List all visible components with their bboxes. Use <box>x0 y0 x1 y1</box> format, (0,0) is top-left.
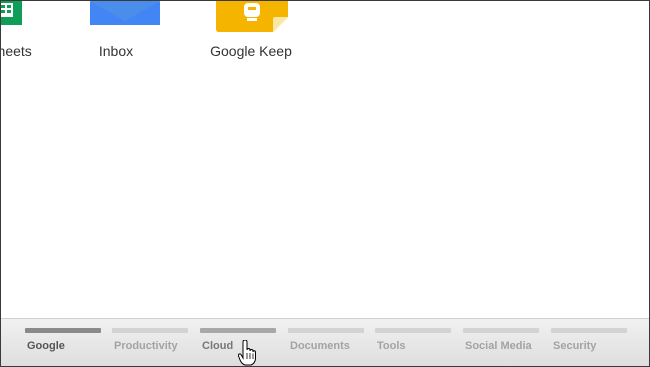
tab-indicator <box>288 328 364 333</box>
inbox-icon <box>90 1 160 25</box>
tab-label: Social Media <box>465 340 532 352</box>
google-keep-icon <box>216 1 288 32</box>
tab-indicator <box>25 328 101 333</box>
tab-indicator <box>463 328 539 333</box>
tab-label: Security <box>553 340 597 352</box>
category-tab-bar: Google Productivity Cloud Documents Tool… <box>1 318 649 366</box>
app-grid: Sheets Inbox Google Keep <box>1 1 649 71</box>
app-launcher-window: Sheets Inbox Google Keep Google <box>0 0 650 367</box>
app-label-inbox: Inbox <box>98 43 134 59</box>
app-tile-google-keep[interactable]: Google Keep <box>196 1 306 71</box>
app-tile-inbox[interactable]: Inbox <box>61 1 171 71</box>
app-label-google-keep: Google Keep <box>210 43 292 59</box>
tab-label: Google <box>27 340 65 352</box>
tab-indicator <box>551 328 627 333</box>
tab-label: Documents <box>290 340 350 352</box>
sheets-icon <box>1 1 22 25</box>
tab-indicator <box>112 328 188 333</box>
tab-label: Cloud <box>202 340 234 352</box>
hand-pointer-cursor-icon <box>238 340 256 366</box>
tab-indicator <box>200 328 276 333</box>
tab-label: Productivity <box>114 340 178 352</box>
tab-label: Tools <box>377 340 406 352</box>
app-label-sheets: Sheets <box>1 43 32 59</box>
tab-indicator <box>375 328 451 333</box>
